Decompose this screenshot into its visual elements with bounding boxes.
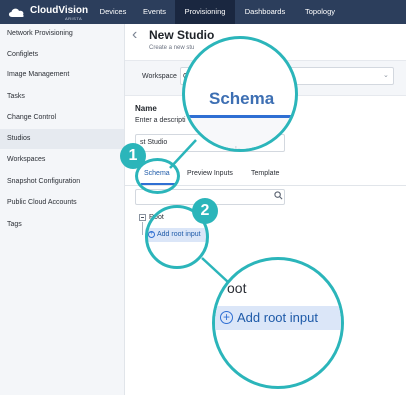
sidebar-item-network-provisioning[interactable]: Network Provisioning [0, 24, 124, 44]
plus-circle-icon: + [220, 311, 233, 324]
sidebar-item-public-cloud-accounts[interactable]: Public Cloud Accounts [0, 193, 124, 213]
page-title: New Studio [149, 28, 215, 42]
zoom1-active-underline [185, 115, 295, 118]
zoom2-add-label: Add root input [237, 310, 318, 325]
search-input[interactable] [135, 189, 285, 205]
workspace-value: C [183, 73, 189, 80]
name-value: st Studio [140, 139, 168, 146]
nav-tab-topology[interactable]: Topology [298, 0, 342, 24]
tabs-divider [125, 185, 406, 186]
sidebar-item-image-management[interactable]: Image Management [0, 65, 124, 85]
description-prompt: Enter a descripti [135, 117, 186, 124]
sidebar: Network Provisioning Configlets Image Ma… [0, 24, 125, 395]
nav-tab-devices[interactable]: Devices [98, 0, 128, 24]
nav-tab-events[interactable]: Events [138, 0, 171, 24]
zoom-callout-add-root-input: oot + Add root input [212, 257, 344, 389]
minus-square-icon[interactable] [139, 214, 146, 221]
tab-preview-inputs[interactable]: Preview Inputs [187, 170, 233, 177]
nav-tab-provisioning[interactable]: Provisioning [175, 0, 235, 24]
nav-tab-dashboards[interactable]: Dashboards [240, 0, 290, 24]
sidebar-item-tasks[interactable]: Tasks [0, 87, 124, 107]
sidebar-item-workspaces[interactable]: Workspaces [0, 150, 124, 170]
plus-circle-icon: + [148, 231, 155, 238]
sidebar-item-configlets[interactable]: Configlets [0, 45, 124, 65]
search-icon[interactable] [274, 191, 283, 200]
top-nav: CloudVision ARISTA Devices Events Provis… [0, 0, 406, 24]
sidebar-item-snapshot-configuration[interactable]: Snapshot Configuration [0, 172, 124, 192]
page-subtitle: Create a new stu [149, 45, 195, 51]
name-label: Name [135, 104, 157, 113]
chevron-left-icon[interactable]: ‹ [132, 26, 137, 44]
workspace-label: Workspace [142, 73, 177, 80]
brand-sub: ARISTA [65, 16, 83, 21]
sidebar-item-tags[interactable]: Tags [0, 215, 124, 235]
tab-schema[interactable]: Schema [144, 170, 170, 177]
tab-template[interactable]: Template [251, 170, 279, 177]
tree-connector [142, 222, 143, 235]
sidebar-item-studios[interactable]: Studios [0, 129, 124, 149]
zoom2-root-label: oot [227, 280, 247, 296]
add-root-input-label: Add root input [157, 231, 201, 238]
cloud-icon [8, 8, 24, 17]
brand-name: CloudVision [30, 5, 89, 16]
sidebar-item-change-control[interactable]: Change Control [0, 108, 124, 128]
zoom2-add-button [215, 306, 341, 330]
workspace-select[interactable] [180, 67, 394, 85]
chevron-down-icon[interactable]: ⌄ [383, 71, 389, 79]
tree-root-label: Root [149, 214, 164, 221]
